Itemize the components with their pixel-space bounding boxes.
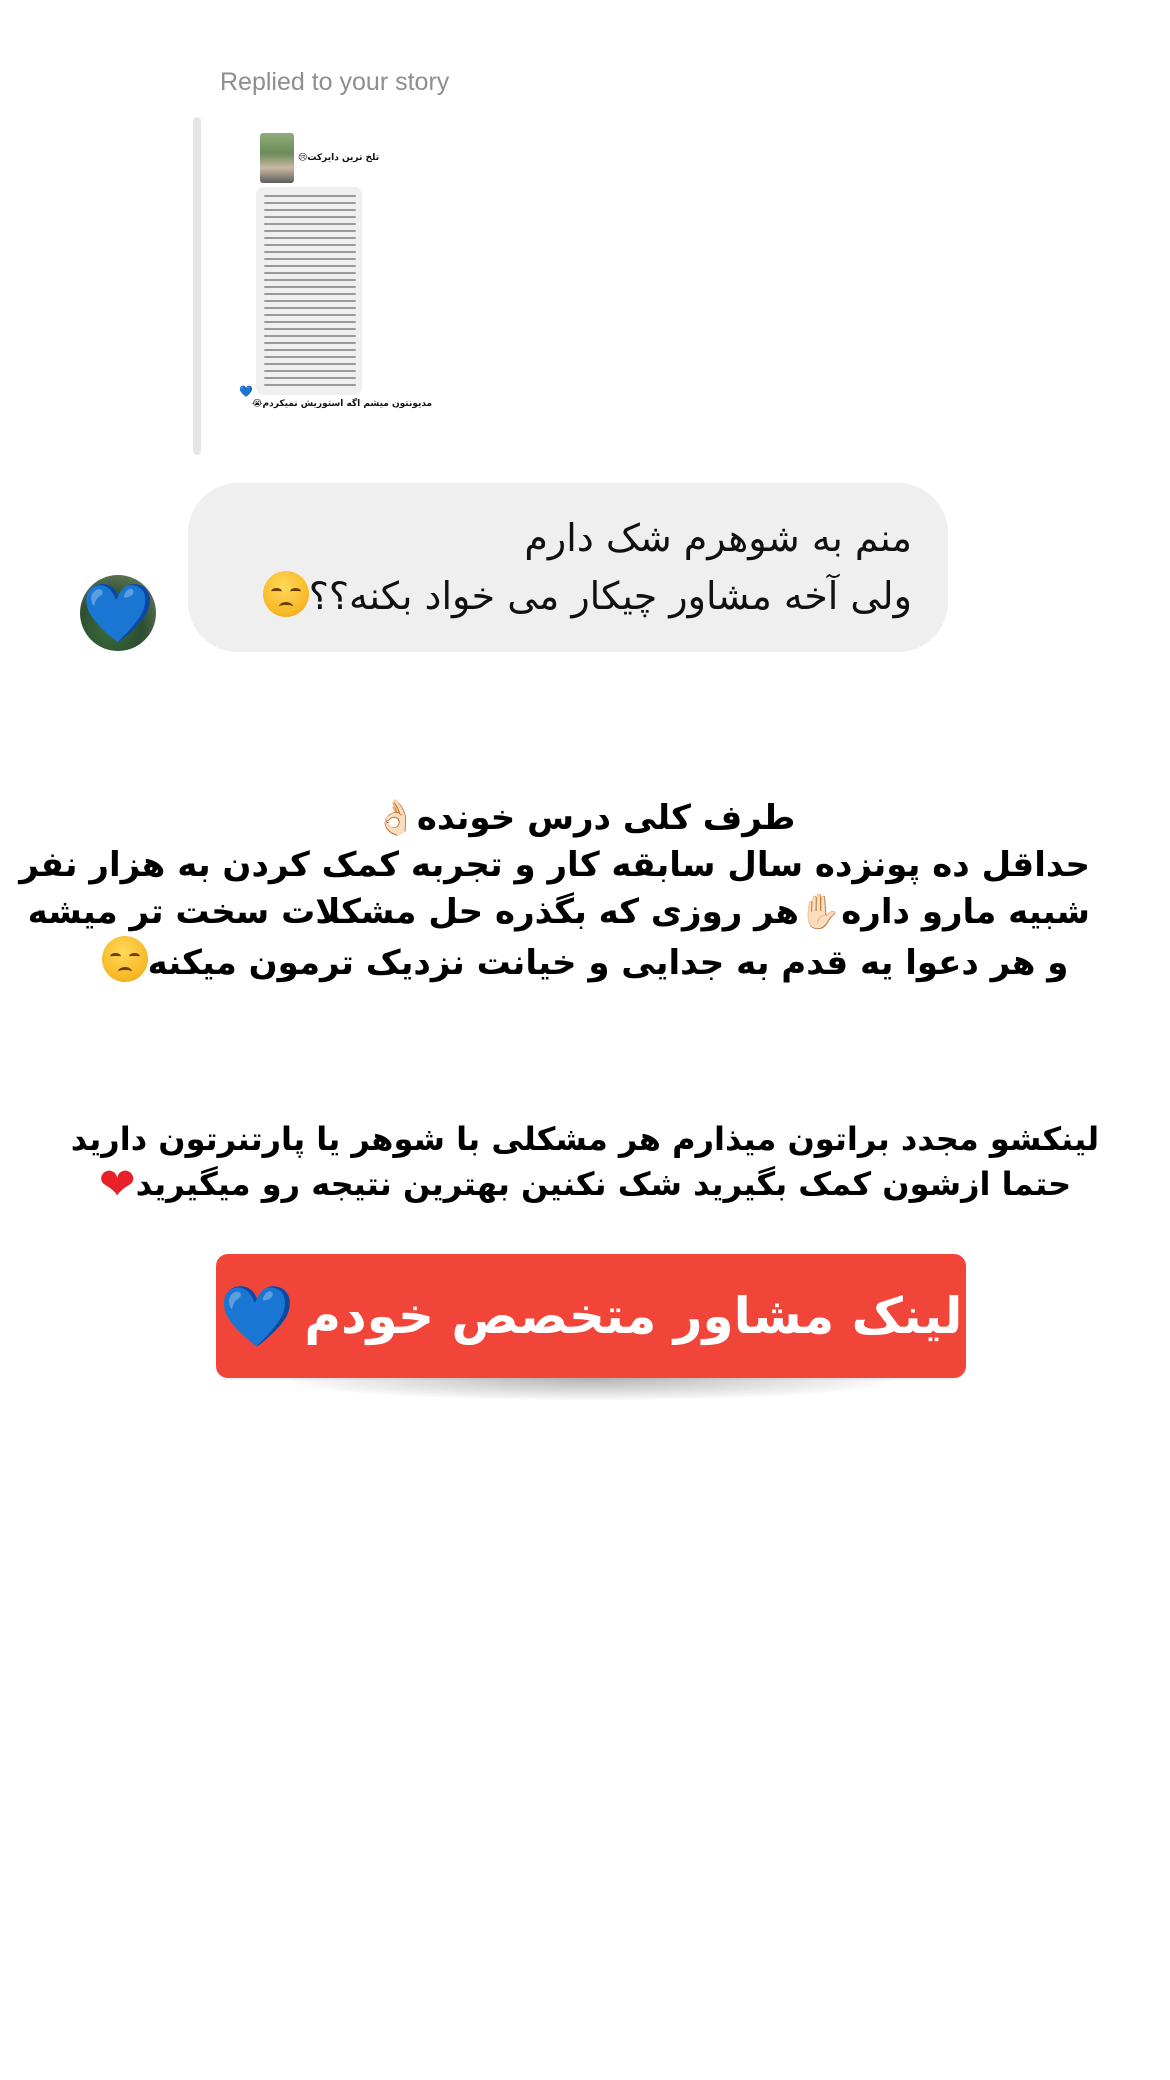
blue-heart-icon: 💙 — [82, 579, 155, 647]
blue-heart-icon: 💙 — [219, 1281, 295, 1352]
story-avatar-icon: 💙 — [239, 385, 253, 398]
story-preview[interactable]: تلخ ترین دایرکت😢 💙 مدیونتون میشم اگه است… — [238, 117, 432, 417]
post-text-1-line-2: حداقل ده پونزده سال سابقه کار و تجربه کم… — [19, 845, 1090, 885]
post-text-block-1: طرف کلی درس خونده👌🏻 حداقل ده پونزده سال … — [19, 795, 1090, 987]
story-photo — [260, 133, 294, 183]
reply-quote-bar — [193, 117, 201, 455]
post-text-1-line-3: شبیه مارو داره✋🏻هر روزی که بگذره حل مشکل… — [27, 892, 1090, 932]
story-caption: مدیونتون میشم اگه استوریش نمیکردم😭 — [252, 399, 433, 409]
post-text-1-line-4-wrap: و هر دعوا یه قدم به جدایی و خیانت نزدیک … — [80, 936, 1090, 987]
message-line-2-wrap: ولی آخه مشاور چیکار می خواد بکنه؟؟ — [212, 567, 912, 625]
red-heart-icon: ❤ — [98, 1159, 136, 1210]
post-text-2-line-2: حتما ازشون کمک بگیرید شک نکنین بهترین نت… — [135, 1165, 1072, 1203]
cta-label: لینک مشاور متخصص خودم — [304, 1287, 963, 1345]
pensive-face-icon — [262, 571, 309, 617]
message-line-2: ولی آخه مشاور چیکار می خواد بکنه؟؟ — [308, 574, 912, 618]
story-title: تلخ ترین دایرکت😢 — [298, 153, 380, 163]
pensive-face-icon — [101, 936, 148, 982]
post-text-2-line-1: لینکشو مجدد براتون میذارم هر مشکلی با شو… — [70, 1120, 1100, 1158]
message-text: منم به شوهرم شک دارم ولی آخه مشاور چیکار… — [212, 509, 912, 625]
sender-avatar[interactable]: 💙 — [80, 575, 156, 651]
story-text-bubble — [256, 187, 362, 395]
post-text-1-line-4: و هر دعوا یه قدم به جدایی و خیانت نزدیک … — [147, 943, 1069, 983]
post-text-block-2: لینکشو مجدد براتون میذارم هر مشکلی با شو… — [60, 1117, 1110, 1207]
message-bubble[interactable]: منم به شوهرم شک دارم ولی آخه مشاور چیکار… — [188, 483, 948, 652]
post-text-1-line-1: طرف کلی درس خونده👌🏻 — [374, 798, 796, 838]
message-line-1: منم به شوهرم شک دارم — [524, 516, 912, 560]
replied-to-story-label: Replied to your story — [220, 68, 450, 96]
post-text-2-line-2-wrap: حتما ازشون کمک بگیرید شک نکنین بهترین نت… — [60, 1162, 1110, 1207]
consultant-link-button[interactable]: لینک مشاور متخصص خودم 💙 — [216, 1254, 966, 1378]
